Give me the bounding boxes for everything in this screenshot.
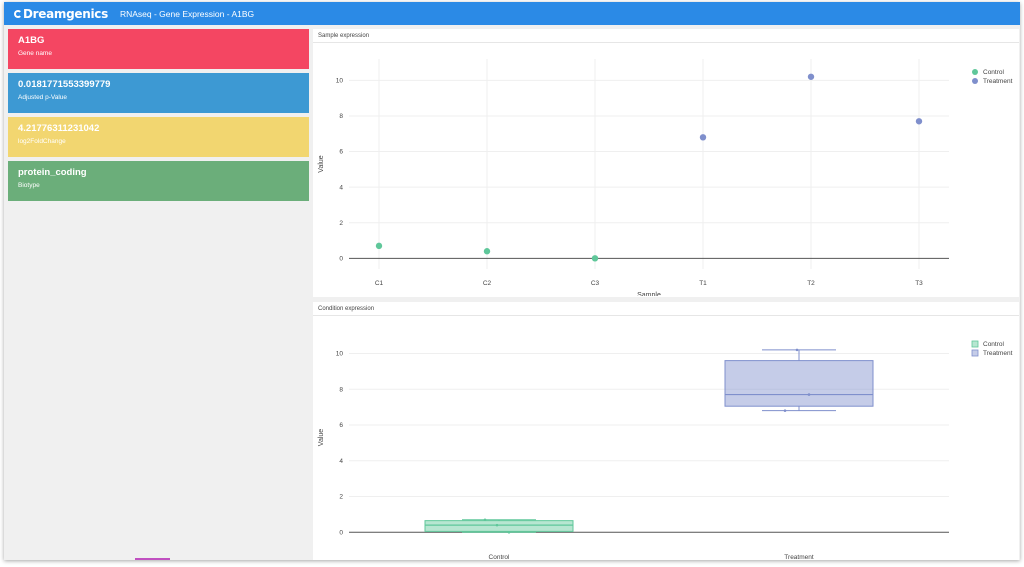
x-tick-label: Control (489, 554, 511, 559)
scrollbar-thumb[interactable] (135, 558, 170, 560)
y-axis-title: Value (318, 155, 325, 172)
x-tick-label: C1 (375, 280, 384, 287)
adjusted-pvalue-card: 0.0181771553399779 Adjusted p-Value (8, 73, 309, 113)
box-point-treatment (795, 348, 799, 352)
gene-name-value: A1BG (18, 35, 45, 46)
log2foldchange-value: 4.21776311231042 (18, 123, 100, 134)
adjusted-pvalue-value: 0.0181771553399779 (18, 79, 111, 90)
legend-marker-treatment (971, 349, 979, 357)
legend-label-treatment: Treatment (983, 350, 1013, 357)
legend-marker-treatment (972, 78, 978, 84)
y-tick-label: 8 (339, 113, 343, 120)
logo-text: Dreamgenics (23, 6, 108, 21)
sample-expression-chart[interactable]: C1 C2 C3 T1 T2 T3 0 2 4 6 8 10 Sample Value Control Tre… (313, 43, 1019, 296)
biotype-card: protein_coding Biotype (8, 161, 309, 201)
x-tick-label: C2 (483, 280, 492, 287)
gene-info-sidebar: A1BG Gene name 0.0181771553399779 Adjust… (8, 29, 309, 205)
x-tick-label: T1 (699, 280, 707, 287)
y-tick-label: 4 (339, 458, 343, 465)
legend-label-treatment: Treatment (983, 78, 1013, 85)
y-tick-label: 10 (336, 351, 344, 358)
gene-name-label: Gene name (18, 50, 52, 57)
biotype-value: protein_coding (18, 167, 87, 178)
x-tick-label: C3 (591, 280, 600, 287)
y-tick-label: 2 (339, 494, 343, 501)
box-control (424, 520, 574, 532)
legend-marker-control (972, 69, 978, 75)
y-tick-label: 0 (339, 256, 343, 263)
x-tick-label: T2 (807, 280, 815, 287)
box-point-control (495, 523, 499, 527)
sample-expression-title: Sample expression (313, 29, 1019, 43)
app-window: Dreamgenics RNAseq - Gene Expression - A… (4, 2, 1020, 560)
condition-expression-panel: Condition expression 0 2 4 6 8 10 Control Treat… (313, 302, 1019, 560)
data-point-c1 (375, 242, 383, 250)
y-tick-label: 2 (339, 220, 343, 227)
log2foldchange-label: log2FoldChange (18, 138, 66, 145)
data-point-c3 (591, 255, 599, 262)
legend-label-control: Control (983, 341, 1005, 348)
biotype-label: Biotype (18, 182, 40, 189)
x-tick-label: T3 (915, 280, 923, 287)
page-title: RNAseq - Gene Expression - A1BG (119, 8, 255, 19)
y-tick-label: 0 (339, 529, 343, 536)
box-point-control (483, 518, 487, 522)
box-treatment (724, 360, 874, 407)
dreamgenics-logo[interactable]: Dreamgenics (14, 7, 108, 21)
data-point-t2 (807, 73, 815, 80)
y-tick-label: 10 (336, 78, 344, 85)
sample-expression-panel: Sample expression C1 C2 C3 T1 T2 T3 0 2 4 6 8 10 Sam… (313, 29, 1019, 297)
box-point-control (507, 530, 511, 534)
condition-expression-title: Condition expression (313, 302, 1019, 316)
adjusted-pvalue-label: Adjusted p-Value (18, 94, 68, 101)
y-tick-label: 6 (339, 422, 343, 429)
legend-label-control: Control (983, 69, 1005, 76)
y-tick-label: 6 (339, 149, 343, 156)
x-tick-label: Treatment (784, 554, 814, 559)
y-tick-label: 4 (339, 184, 343, 191)
x-axis-title: Sample (637, 292, 661, 296)
box-point-treatment (807, 393, 811, 396)
y-tick-label: 8 (339, 386, 343, 393)
gene-name-card: A1BG Gene name (8, 29, 309, 69)
data-point-t3 (915, 118, 923, 125)
data-point-t1 (699, 134, 707, 141)
legend-marker-control (971, 340, 979, 348)
box-point-treatment (783, 409, 787, 412)
logo-icon (14, 9, 22, 18)
data-point-c2 (483, 248, 491, 255)
condition-expression-chart[interactable]: 0 2 4 6 8 10 Control Treatment Value Control Treat… (313, 316, 1019, 559)
log2foldchange-card: 4.21776311231042 log2FoldChange (8, 117, 309, 157)
top-bar: Dreamgenics RNAseq - Gene Expression - A… (4, 2, 1020, 25)
y-axis-title: Value (318, 429, 325, 446)
